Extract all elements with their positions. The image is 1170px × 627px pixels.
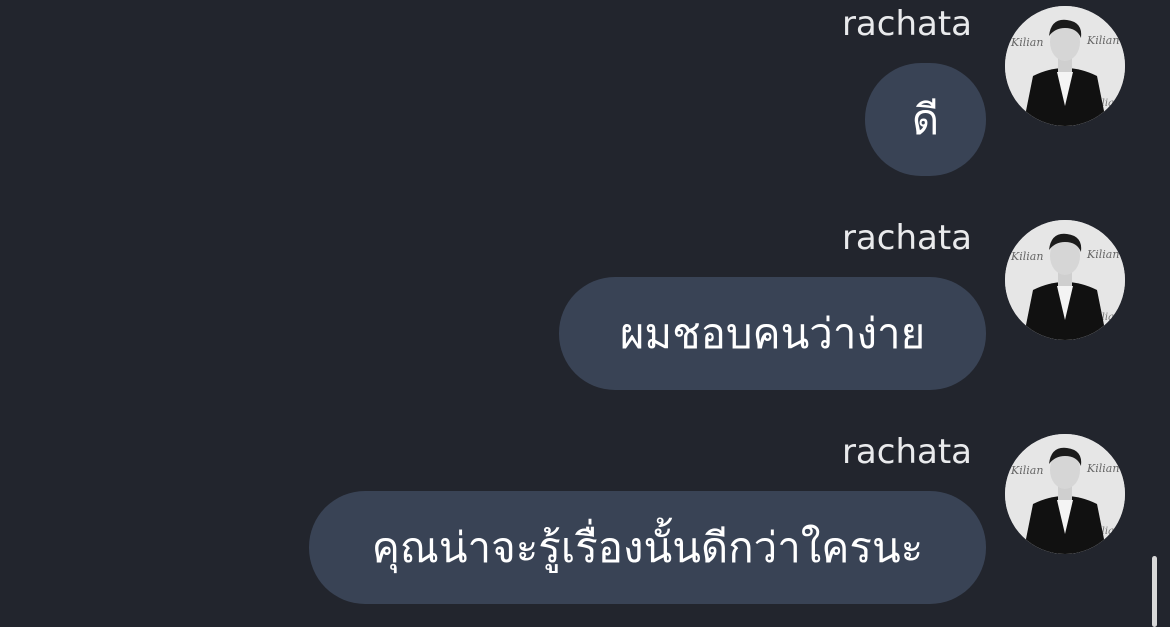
sender-name: rachata [841, 432, 972, 472]
message-group: rachata คุณน่าจะรู้เรื่องนั้นดีกว่าใครนะ… [0, 0, 1170, 627]
svg-text:Kilian: Kilian [1086, 462, 1119, 475]
scrollbar[interactable] [1152, 556, 1157, 627]
avatar[interactable]: Kilian Kilian Kilian [1005, 434, 1125, 554]
chat-thread: rachata ดี Kilian Kilian Kilian rachata … [0, 0, 1170, 627]
avatar-photo-icon: Kilian Kilian Kilian [1005, 434, 1125, 554]
message-bubble[interactable]: คุณน่าจะรู้เรื่องนั้นดีกว่าใครนะ [309, 491, 986, 604]
svg-text:Kilian: Kilian [1010, 464, 1043, 477]
